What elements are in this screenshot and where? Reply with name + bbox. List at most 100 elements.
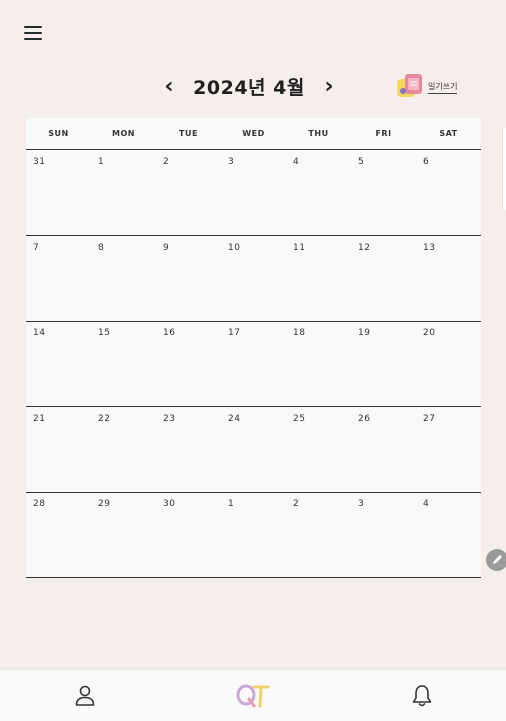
day-cell[interactable]: 6: [416, 150, 481, 235]
day-cell[interactable]: 4: [286, 150, 351, 235]
menu-button[interactable]: [24, 26, 42, 42]
edit-button[interactable]: [486, 549, 506, 571]
day-cell[interactable]: 12: [351, 236, 416, 321]
diary-icon: [397, 74, 422, 97]
day-number: 27: [423, 414, 436, 424]
day-cell[interactable]: 4: [416, 492, 481, 577]
day-cell[interactable]: 19: [351, 321, 416, 406]
day-cell[interactable]: 8: [91, 236, 156, 321]
menu-icon-line: [24, 32, 42, 34]
day-cell[interactable]: 21: [26, 407, 91, 492]
day-number: 5: [358, 157, 365, 167]
day-cell[interactable]: 27: [416, 407, 481, 492]
day-cell[interactable]: 1: [221, 492, 286, 577]
day-cell[interactable]: 26: [351, 407, 416, 492]
weekday-mon: MON: [112, 129, 135, 138]
tab-home[interactable]: [234, 682, 272, 710]
day-cell[interactable]: 20: [416, 321, 481, 406]
weekday-sun: SUN: [48, 129, 69, 138]
write-diary-button[interactable]: 일기쓰기: [394, 72, 474, 104]
week-row: 21 22 23 24 25 26 27: [26, 407, 481, 493]
day-cell[interactable]: 10: [221, 236, 286, 321]
calendar-grid: SUN MON TUE WED THU FRI SAT 31 1 2 3 4 5…: [26, 118, 481, 578]
day-number: 30: [163, 499, 176, 509]
weekday-sat: SAT: [439, 129, 458, 138]
day-number: 1: [228, 499, 235, 509]
write-diary-label: 일기쓰기: [428, 81, 458, 94]
weekday-wed: WED: [242, 129, 265, 138]
day-number: 15: [98, 328, 111, 338]
day-number: 26: [358, 414, 371, 424]
prev-month-button[interactable]: ‹: [158, 74, 180, 100]
day-cell[interactable]: 15: [91, 321, 156, 406]
day-number: 22: [98, 414, 111, 424]
bottom-navigation: [0, 669, 506, 721]
day-number: 2: [163, 157, 170, 167]
day-cell[interactable]: 29: [91, 492, 156, 577]
day-cell[interactable]: 2: [156, 150, 221, 235]
day-cell[interactable]: 22: [91, 407, 156, 492]
day-cell[interactable]: 31: [26, 150, 91, 235]
day-cell[interactable]: 7: [26, 236, 91, 321]
next-month-button[interactable]: ›: [318, 74, 340, 100]
day-number: 4: [293, 157, 300, 167]
side-scroll-handle[interactable]: [502, 128, 506, 210]
month-header: ‹ 2024년 4월 › 일기쓰기: [0, 72, 506, 104]
pencil-icon: [493, 555, 502, 564]
weekday-thu: THU: [308, 129, 329, 138]
day-cell[interactable]: 5: [351, 150, 416, 235]
day-number: 7: [33, 243, 40, 253]
day-cell[interactable]: 24: [221, 407, 286, 492]
day-number: 25: [293, 414, 306, 424]
week-row: 31 1 2 3 4 5 6: [26, 150, 481, 236]
bell-icon: [412, 685, 432, 707]
day-cell[interactable]: 14: [26, 321, 91, 406]
day-cell[interactable]: 3: [221, 150, 286, 235]
day-cell[interactable]: 17: [221, 321, 286, 406]
day-number: 1: [98, 157, 105, 167]
day-cell[interactable]: 3: [351, 492, 416, 577]
day-number: 18: [293, 328, 306, 338]
day-number: 3: [228, 157, 235, 167]
day-number: 3: [358, 499, 365, 509]
day-cell[interactable]: 30: [156, 492, 221, 577]
day-cell[interactable]: 28: [26, 492, 91, 577]
day-cell[interactable]: 25: [286, 407, 351, 492]
day-number: 24: [228, 414, 241, 424]
tab-notifications[interactable]: [408, 682, 436, 710]
week-row: 7 8 9 10 11 12 13: [26, 236, 481, 322]
day-cell[interactable]: 2: [286, 492, 351, 577]
day-number: 16: [163, 328, 176, 338]
day-number: 9: [163, 243, 170, 253]
qt-logo-icon: [236, 684, 270, 708]
month-title: 2024년 4월: [193, 77, 305, 99]
profile-icon: [75, 685, 95, 706]
weekday-tue: TUE: [179, 129, 198, 138]
weekday-header: SUN MON TUE WED THU FRI SAT: [26, 118, 481, 150]
day-number: 11: [293, 243, 306, 253]
day-number: 8: [98, 243, 105, 253]
day-number: 31: [33, 157, 46, 167]
day-cell[interactable]: 11: [286, 236, 351, 321]
tab-profile[interactable]: [71, 682, 99, 710]
day-cell[interactable]: 1: [91, 150, 156, 235]
day-number: 21: [33, 414, 46, 424]
day-number: 23: [163, 414, 176, 424]
day-number: 20: [423, 328, 436, 338]
day-cell[interactable]: 13: [416, 236, 481, 321]
day-number: 4: [423, 499, 430, 509]
day-cell[interactable]: 9: [156, 236, 221, 321]
week-row: 14 15 16 17 18 19 20: [26, 321, 481, 407]
day-number: 12: [358, 243, 371, 253]
day-cell[interactable]: 16: [156, 321, 221, 406]
menu-icon-line: [24, 26, 42, 28]
day-cell[interactable]: 18: [286, 321, 351, 406]
menu-icon-line: [24, 38, 42, 40]
day-cell[interactable]: 23: [156, 407, 221, 492]
day-number: 10: [228, 243, 241, 253]
day-number: 13: [423, 243, 436, 253]
day-number: 2: [293, 499, 300, 509]
week-row: 28 29 30 1 2 3 4: [26, 492, 481, 578]
day-number: 17: [228, 328, 241, 338]
day-number: 28: [33, 499, 46, 509]
